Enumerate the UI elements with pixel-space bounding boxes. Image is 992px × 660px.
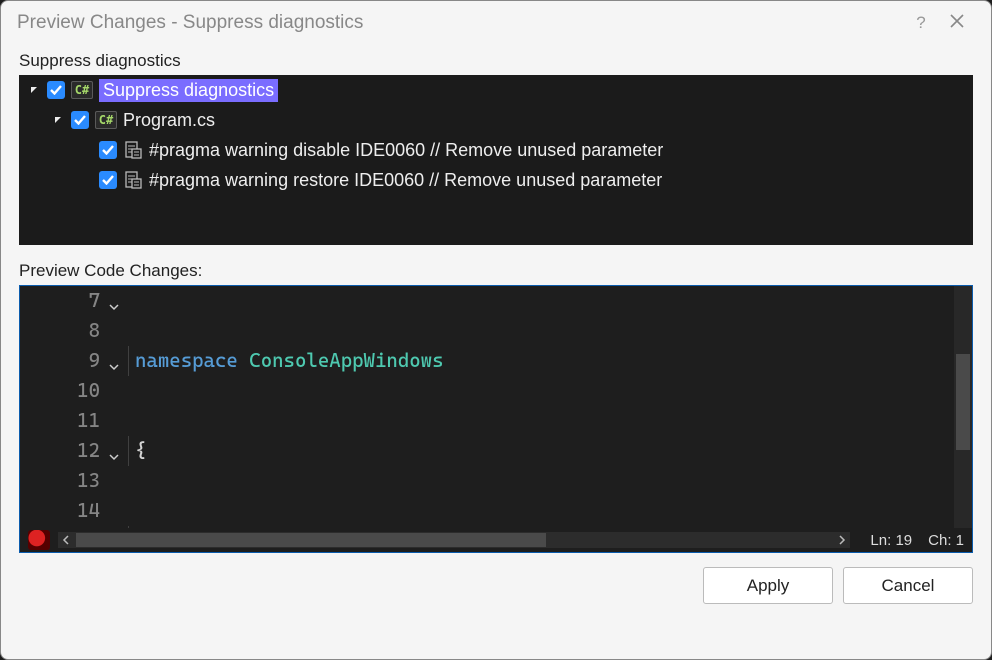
scroll-right-icon[interactable]: [834, 532, 850, 549]
code-preview[interactable]: 7 8 9 10 11 12 13 14 namespace ConsoleAp…: [19, 285, 973, 553]
preview-section-label: Preview Code Changes:: [1, 255, 991, 285]
horizontal-scrollbar[interactable]: [58, 532, 850, 548]
checkbox[interactable]: [47, 81, 65, 99]
cancel-button[interactable]: Cancel: [843, 567, 973, 604]
scrollbar-thumb[interactable]: [76, 533, 546, 547]
fold-icon[interactable]: [108, 442, 120, 472]
close-icon[interactable]: [939, 13, 975, 33]
tree-root-label: Suppress diagnostics: [99, 79, 278, 102]
document-icon: [123, 170, 143, 190]
tree-file-row[interactable]: C# Program.cs: [19, 105, 973, 135]
csharp-file-icon: C#: [95, 111, 117, 129]
window-title: Preview Changes - Suppress diagnostics: [17, 12, 903, 34]
changes-tree[interactable]: C# Suppress diagnostics C# Program.cs #p…: [19, 75, 973, 245]
document-icon: [123, 140, 143, 160]
help-icon[interactable]: ?: [903, 13, 939, 33]
error-status-icon[interactable]: [28, 530, 50, 550]
scrollbar-thumb[interactable]: [956, 354, 970, 450]
checkbox[interactable]: [71, 111, 89, 129]
titlebar: Preview Changes - Suppress diagnostics ?: [1, 1, 991, 45]
checkbox[interactable]: [99, 141, 117, 159]
code-text[interactable]: namespace ConsoleAppWindows { internal c…: [128, 286, 972, 528]
fold-icon[interactable]: [108, 292, 120, 322]
line-number-gutter: 7 8 9 10 11 12 13 14: [20, 286, 128, 528]
status-column-number: Ch: 1: [928, 532, 964, 549]
tree-root-row[interactable]: C# Suppress diagnostics: [19, 75, 973, 105]
status-line-number: Ln: 19: [870, 532, 912, 549]
dialog-buttons: Apply Cancel: [1, 553, 991, 618]
tree-change-label: #pragma warning restore IDE0060 // Remov…: [149, 170, 662, 191]
fold-icon[interactable]: [108, 352, 120, 382]
tree-file-label: Program.cs: [123, 110, 215, 131]
tree-section-label: Suppress diagnostics: [1, 45, 991, 75]
expander-icon[interactable]: [27, 85, 41, 95]
preview-changes-dialog: Preview Changes - Suppress diagnostics ?…: [0, 0, 992, 660]
checkbox[interactable]: [99, 171, 117, 189]
editor-status-bar: Ln: 19 Ch: 1: [20, 528, 972, 552]
csharp-badge-icon: C#: [71, 81, 93, 99]
expander-icon[interactable]: [51, 115, 65, 125]
tree-change-row[interactable]: #pragma warning restore IDE0060 // Remov…: [19, 165, 973, 195]
scroll-left-icon[interactable]: [58, 532, 74, 549]
tree-change-row[interactable]: #pragma warning disable IDE0060 // Remov…: [19, 135, 973, 165]
apply-button[interactable]: Apply: [703, 567, 833, 604]
tree-change-label: #pragma warning disable IDE0060 // Remov…: [149, 140, 663, 161]
vertical-scrollbar[interactable]: [954, 286, 972, 528]
